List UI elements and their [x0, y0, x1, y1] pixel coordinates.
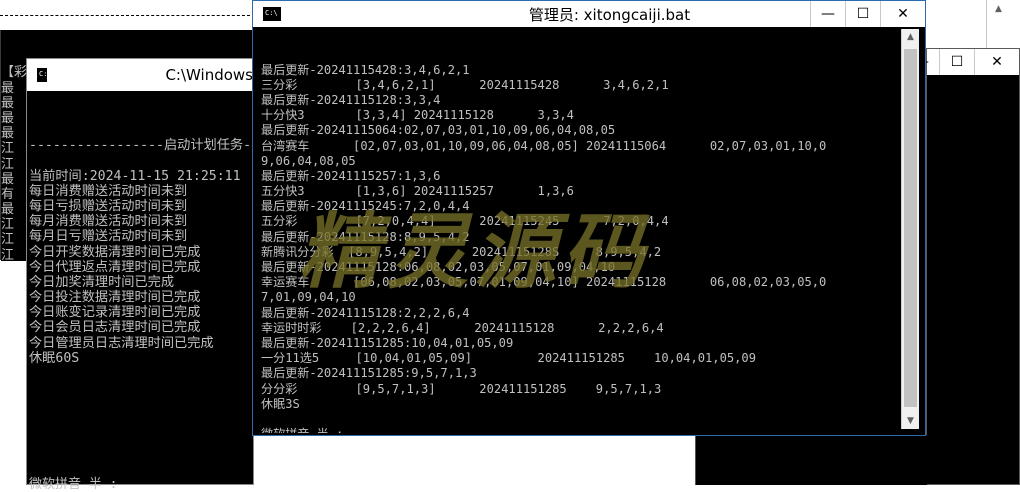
maximize-button[interactable]: ☐ — [845, 1, 880, 27]
cmd-window-line: 今日账变记录清理时间已完成 — [29, 305, 201, 321]
window-controls: — ☐ ✕ — [810, 1, 925, 27]
cmd-window-line: 休眠60S — [29, 350, 80, 366]
main-window-line: 最后更新-20241115128:06,08,02,03,05,07,01,09… — [261, 260, 616, 275]
cmd-window-line: 今日管理员日志清理时间已完成 — [29, 335, 214, 351]
main-window-line: 分分彩 [9,5,7,1,3] 202411151285 9,5,7,1,3 — [261, 381, 662, 396]
scrollbar-thumb[interactable] — [904, 49, 917, 407]
cmd-window-line: 每日亏损赠送活动时间未到 — [29, 198, 188, 214]
main-window-line: 最后更新-20241115064:02,07,03,01,10,09,06,04… — [261, 123, 616, 138]
main-window-line: 最后更新-20241115128:3,3,4 — [261, 92, 441, 107]
main-window-titlebar[interactable]: 管理员: xitongcaiji.bat — ☐ ✕ — [253, 1, 925, 27]
cmd-window-line: 每日消费赠送活动时间未到 — [29, 183, 188, 199]
main-window-line: 最后更新-202411151285:9,5,7,1,3 — [261, 366, 477, 381]
main-window-line: 幸运赛车 [06,08,02,03,05,07,01,09,04,10] 202… — [261, 275, 827, 290]
main-window-line: 五分快3 [1,3,6] 20241115257 1,3,6 — [261, 184, 574, 199]
cmd-window-line — [29, 153, 253, 168]
cmd-window[interactable]: C:\Windows -----------------启动计划任务-- 当前时间… — [26, 58, 254, 492]
main-window-title: 管理员: xitongcaiji.bat — [528, 5, 691, 24]
main-window-line: 最后更新-20241115428:3,4,6,2,1 — [261, 62, 470, 77]
right-window-titlebar[interactable]: — ☐ ✕ — [904, 49, 1019, 75]
main-window-line: 9,06,04,08,05 — [261, 153, 356, 168]
cmd-window-line: 今日开奖数据清理时间已完成 — [29, 244, 201, 260]
cmd-window-titlebar[interactable]: C:\Windows — [27, 59, 253, 91]
main-window-line: 三分彩 [3,4,6,2,1] 20241115428 3,4,6,2,1 — [261, 77, 669, 92]
right-close-button[interactable]: ✕ — [974, 49, 1019, 75]
minimize-button[interactable]: — — [810, 1, 845, 27]
far-right-scroll-arrow-icon[interactable]: ▲ — [995, 4, 1002, 14]
main-window-line: 十分快3 [3,3,4] 20241115128 3,3,4 — [261, 108, 574, 123]
cmd-window-line: 每月日亏赠送活动时间未到 — [29, 229, 188, 245]
cmd-window-title: C:\Windows — [165, 66, 253, 84]
cmd-window-line: -----------------启动计划任务-- — [29, 138, 253, 154]
main-window-line: 一分11选5 [10,04,01,05,09] 202411151285 10,… — [261, 351, 756, 366]
main-window-line: 最后更新-20241115257:1,3,6 — [261, 168, 441, 183]
cmd-console-output: -----------------启动计划任务-- 当前时间:2024-11-15… — [29, 91, 253, 483]
cmd-window-line — [29, 123, 253, 138]
right-console-window[interactable]: — ☐ ✕ — [904, 48, 1020, 485]
cmd-window-line: 今日加奖清理时间已完成 — [29, 274, 175, 290]
scroll-up-arrow-icon[interactable]: ▲ — [902, 29, 919, 45]
main-console-output: 最后更新-20241115428:3,4,6,2,1 三分彩 [3,4,6,2,1… — [261, 31, 903, 433]
main-window-line: 最后更新-202411151285:10,04,01,05,09 — [261, 335, 514, 350]
cmd-window-line: 今日代理返点清理时间已完成 — [29, 259, 201, 275]
scroll-down-arrow-icon[interactable]: ▼ — [902, 413, 919, 429]
background-titlebar-strip — [0, 0, 255, 30]
cmd-window-line: 今日投注数据清理时间已完成 — [29, 290, 201, 306]
far-right-window-edge: ▲ — [986, 0, 1020, 48]
main-window-line: 最后更新-20241115128:8,9,5,4,2 — [261, 229, 470, 244]
main-window-line: 7,01,09,04,10 — [261, 290, 356, 305]
cmd-window-line: 每月消费赠送活动时间未到 — [29, 214, 188, 230]
right-maximize-button[interactable]: ☐ — [939, 49, 974, 75]
close-button[interactable]: ✕ — [880, 1, 925, 27]
main-console-window[interactable]: 管理员: xitongcaiji.bat — ☐ ✕ 最后更新-20241115… — [252, 0, 926, 436]
console-icon — [263, 7, 281, 21]
main-window-line: 最后更新-20241115128:2,2,2,6,4 — [261, 305, 470, 320]
console-icon — [37, 68, 52, 82]
cmd-ime-status: 微软拼音 半 : — [29, 477, 118, 492]
main-window-line — [261, 412, 903, 427]
main-vertical-scrollbar[interactable]: ▲ ▼ — [901, 29, 919, 429]
main-window-line: 微软拼音 半 : — [261, 427, 903, 433]
main-window-line: 幸运时时彩 [2,2,2,6,4] 20241115128 2,2,2,6,4 — [261, 320, 664, 335]
lower-console-window[interactable] — [695, 435, 927, 485]
main-window-line: 五分彩 [7,2,0,4,4] 20241115245 7,2,0,4,4 — [261, 214, 669, 229]
main-window-line: 休眠3S — [261, 396, 300, 411]
main-window-line: 最后更新-20241115245:7,2,0,4,4 — [261, 199, 470, 214]
main-window-line: 新腾讯分分彩 [8,9,5,4,2] 20241115128S 8,9,5,4,… — [261, 244, 662, 259]
main-window-line: 台湾赛车 [02,07,03,01,10,09,06,04,08,05] 202… — [261, 138, 827, 153]
cmd-window-line: 今日会员日志清理时间已完成 — [29, 320, 201, 336]
cmd-window-line: 当前时间:2024-11-15 21:25:11 — [29, 168, 241, 184]
